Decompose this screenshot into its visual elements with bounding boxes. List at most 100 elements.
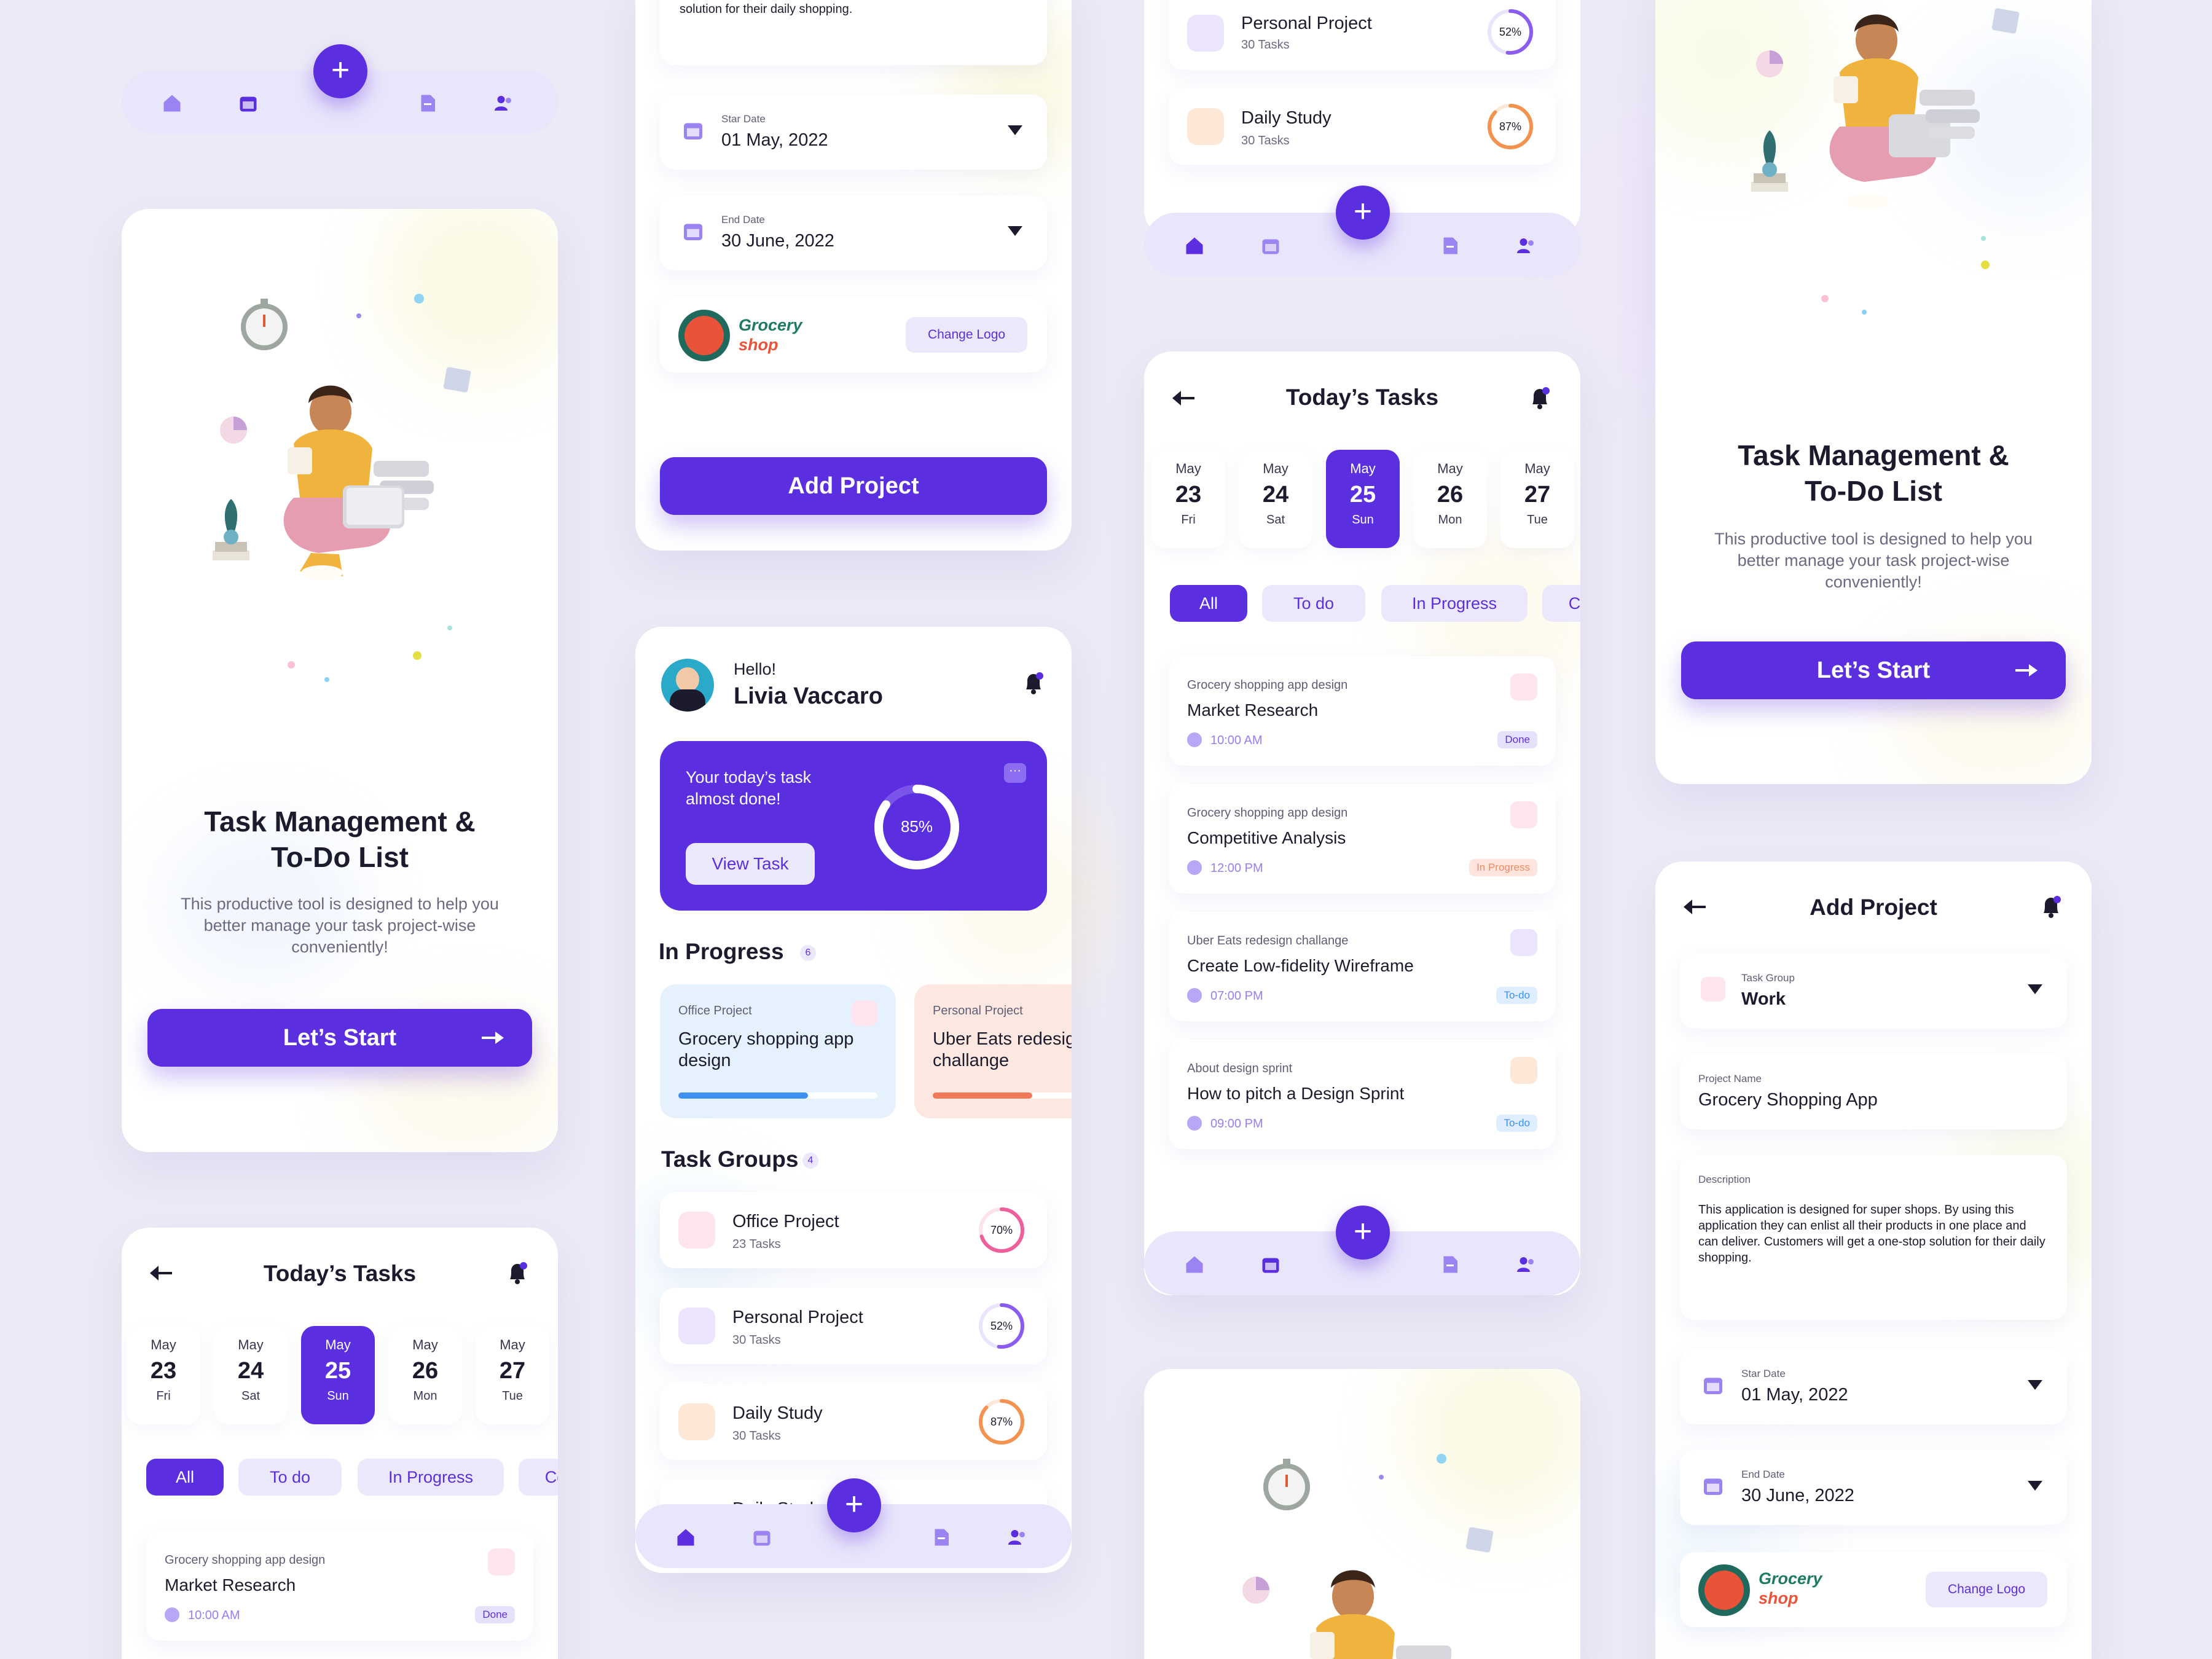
date-day-selected[interactable]: May 25 Sun: [301, 1326, 375, 1424]
task-card[interactable]: Grocery shopping app design Market Resea…: [1169, 656, 1556, 766]
add-project-button[interactable]: Add Project: [660, 457, 1047, 515]
date-day[interactable]: May 24 Sat: [1239, 450, 1312, 548]
filter-in-progress[interactable]: In Progress: [358, 1459, 504, 1496]
briefcase-icon: [1510, 801, 1537, 828]
users-icon[interactable]: [1515, 235, 1537, 257]
end-date-field[interactable]: End Date 30 June, 2022: [660, 195, 1047, 270]
progress-card[interactable]: Personal Project Uber Eats redesign chal…: [914, 984, 1072, 1118]
progress-track: [933, 1092, 1072, 1099]
add-fab-button[interactable]: +: [313, 44, 367, 98]
status-badge: To-do: [1496, 987, 1537, 1004]
date-strip: May 23 Fri May 24 Sat May 25 Sun May 26 Mon May 2…: [1151, 450, 1580, 548]
document-icon[interactable]: [417, 92, 439, 114]
end-date-field[interactable]: End Date 30 June, 2022: [1680, 1450, 2067, 1525]
add-fab-button[interactable]: +: [1336, 186, 1390, 240]
lets-start-button[interactable]: Let’s Start: [1681, 641, 2066, 699]
task-group-personal[interactable]: Personal Project 30 Tasks 52%: [660, 1288, 1047, 1364]
person-with-laptop-illustration: [1242, 1459, 1494, 1659]
home-icon[interactable]: [675, 1526, 697, 1548]
date-day[interactable]: May 26 Mon: [388, 1326, 462, 1424]
briefcase-icon: [678, 1212, 715, 1249]
task-card[interactable]: About design sprint How to pitch a Desig…: [1169, 1040, 1556, 1149]
start-date-field[interactable]: Star Date 01 May, 2022: [1680, 1349, 2067, 1424]
change-logo-button[interactable]: Change Logo: [1926, 1572, 2047, 1607]
home-icon[interactable]: [1183, 1253, 1206, 1276]
dropdown-caret-icon[interactable]: [1008, 226, 1022, 236]
home-card: Hello! Livia Vaccaro Your today’s task a…: [635, 627, 1072, 1573]
task-card[interactable]: Uber Eats redesign challange Create Low-…: [1169, 912, 1556, 1021]
page-title: Today’s Tasks: [263, 1261, 417, 1286]
task-group-study[interactable]: Daily Study 30 Tasks 87%: [1169, 88, 1556, 165]
filter-todo[interactable]: To do: [238, 1459, 342, 1496]
clock-icon: [1187, 1116, 1202, 1131]
calendar-icon: [1704, 1478, 1722, 1495]
date-day[interactable]: May 27 Tue: [1500, 450, 1574, 548]
project-name-field[interactable]: Project Name Grocery Shopping App: [1680, 1054, 2067, 1129]
start-date-field[interactable]: Star Date 01 May, 2022: [660, 95, 1047, 170]
document-icon[interactable]: [1439, 235, 1461, 257]
task-card[interactable]: Grocery shopping app design Competitive …: [1169, 784, 1556, 893]
users-icon[interactable]: [1515, 1253, 1537, 1276]
bell-icon[interactable]: [1022, 671, 1045, 696]
calendar-icon[interactable]: [751, 1526, 773, 1548]
briefcase-icon: [1701, 977, 1725, 1002]
group-progress-ring: 70%: [979, 1207, 1024, 1253]
status-badge: To-do: [1496, 1115, 1537, 1132]
view-task-button[interactable]: View Task: [686, 843, 815, 885]
filter-in-progress[interactable]: In Progress: [1381, 585, 1528, 622]
task-group-office[interactable]: Office Project 23 Tasks 70%: [660, 1192, 1047, 1268]
book-icon: [678, 1403, 715, 1440]
dropdown-caret-icon[interactable]: [2028, 1380, 2042, 1390]
users-icon[interactable]: [1006, 1526, 1029, 1548]
description-field[interactable]: solution for their daily shopping.: [660, 0, 1047, 65]
calendar-icon: [684, 224, 702, 240]
banner-text: Your today’s task almost done!: [686, 768, 812, 808]
task-group-personal[interactable]: Personal Project 30 Tasks 52%: [1169, 0, 1556, 70]
date-day[interactable]: May 27 Tue: [476, 1326, 549, 1424]
add-fab-button[interactable]: +: [827, 1478, 881, 1532]
clock-icon: [1187, 860, 1202, 875]
dropdown-caret-icon[interactable]: [2028, 1481, 2042, 1491]
date-day-selected[interactable]: May 25 Sun: [1326, 450, 1400, 548]
clock-icon: [1187, 988, 1202, 1003]
add-project-card-partial: solution for their daily shopping. Star …: [635, 0, 1072, 551]
task-group-select[interactable]: Task Group Work: [1680, 954, 2067, 1029]
description-field[interactable]: Description This application is designed…: [1680, 1155, 2067, 1320]
calendar-icon[interactable]: [237, 92, 259, 114]
progress-card[interactable]: Office Project Grocery shopping app desi…: [660, 984, 896, 1118]
filter-completed[interactable]: Co: [1542, 585, 1580, 622]
dropdown-caret-icon[interactable]: [1008, 125, 1022, 135]
home-icon[interactable]: [161, 92, 183, 114]
filter-todo[interactable]: To do: [1262, 585, 1365, 622]
task-card[interactable]: Grocery shopping app design Market Resea…: [146, 1531, 533, 1641]
avatar[interactable]: [661, 659, 714, 712]
more-options-icon[interactable]: ···: [1004, 763, 1026, 783]
home-icon[interactable]: [1183, 235, 1206, 257]
add-fab-button[interactable]: +: [1336, 1206, 1390, 1260]
user-name: Livia Vaccaro: [734, 683, 883, 709]
filter-completed[interactable]: Co: [519, 1459, 558, 1496]
date-day[interactable]: May 26 Mon: [1413, 450, 1487, 548]
change-logo-button[interactable]: Change Logo: [906, 317, 1027, 353]
lets-start-button[interactable]: Let’s Start: [147, 1009, 532, 1067]
dropdown-caret-icon[interactable]: [2028, 984, 2042, 994]
date-day[interactable]: May 23 Fri: [127, 1326, 200, 1424]
document-icon[interactable]: [930, 1526, 952, 1548]
user-icon: [1187, 15, 1224, 52]
book-icon: [1187, 108, 1224, 145]
date-day[interactable]: May 23 Fri: [1151, 450, 1225, 548]
nav-card-top-left: +: [122, 0, 558, 134]
bell-icon[interactable]: [506, 1261, 528, 1285]
filter-all[interactable]: All: [146, 1459, 224, 1496]
task-group-study[interactable]: Daily Study 30 Tasks 87%: [660, 1384, 1047, 1460]
bell-icon[interactable]: [2040, 895, 2062, 919]
document-icon[interactable]: [1439, 1253, 1461, 1276]
bell-icon[interactable]: [1529, 386, 1551, 410]
user-icon: [678, 1308, 715, 1344]
briefcase-icon: [488, 1548, 515, 1575]
date-day[interactable]: May 24 Sat: [214, 1326, 288, 1424]
calendar-icon[interactable]: [1260, 1253, 1282, 1276]
calendar-icon[interactable]: [1260, 235, 1282, 257]
filter-all[interactable]: All: [1170, 585, 1247, 622]
users-icon[interactable]: [493, 92, 515, 114]
